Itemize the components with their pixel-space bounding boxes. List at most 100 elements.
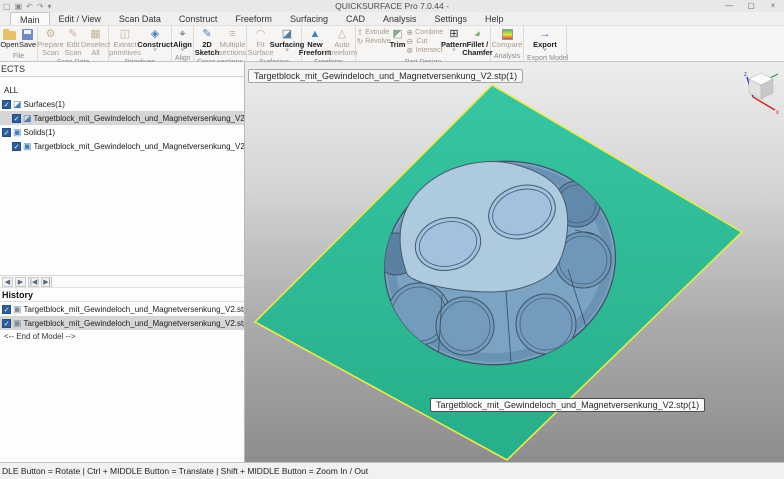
trim-button[interactable]: ◩ Trim (389, 27, 407, 50)
objects-panel: ECTS ALL ✓ ◪ Surfaces(1) ✓ ◪ Targetblock… (0, 62, 245, 462)
history-first-icon[interactable]: |◀ (28, 277, 39, 287)
ribbon-group-primitives: ◫ Extract primitives ◈ Construct Primiti… (109, 26, 172, 61)
menu-surfacing[interactable]: Surfacing (281, 12, 337, 25)
freeform-icon: ▲ (310, 28, 321, 40)
align-pin-icon: ⌖ (179, 28, 185, 40)
surfacing-button[interactable]: ◪ Surfacing (274, 27, 301, 54)
history-item[interactable]: ✓ ▣ Targetblock_mit_Gewindeloch_und_Magn… (0, 316, 244, 330)
title-bar: ▢ ▣ ↶ ↷ ▾ QUICKSURFACE Pro 7.0.44 - — ▢ … (0, 0, 784, 12)
prepare-scan-button[interactable]: ⚙ Prepare Scan (39, 27, 62, 58)
export-arrow-icon: → (540, 28, 551, 40)
tree-item-solids[interactable]: ✓ ▣ Solids(1) (0, 125, 244, 139)
menu-edit-view[interactable]: Edit / View (50, 12, 110, 25)
open-button[interactable]: Open (1, 27, 19, 50)
ribbon-group-scan-data: ⚙ Prepare Scan ✎ Edit Scan ▦ Deselect Al… (38, 26, 109, 61)
menu-main[interactable]: Main (10, 12, 50, 25)
fillet-chamfer-button[interactable]: ◕ Fillet / Chamfer (465, 27, 489, 58)
history-item-label: Targetblock_mit_Gewindeloch_und_Magnetve… (24, 319, 244, 328)
checkbox-checked-icon[interactable]: ✓ (12, 114, 21, 123)
grid-icon: ▦ (90, 28, 100, 40)
maximize-button[interactable]: ▢ (740, 0, 762, 12)
ribbon-group-freeform: ▲ New Freeform △ Auto Freeform Freeform (302, 26, 356, 61)
sketch-pencil-icon: ✎ (202, 28, 211, 40)
new-freeform-button[interactable]: ▲ New Freeform (302, 27, 329, 58)
surfacing-icon: ◪ (282, 28, 292, 40)
tree-item-solid-stp[interactable]: ✓ ▣ Targetblock_mit_Gewindeloch_und_Magn… (0, 139, 244, 153)
deselect-all-button[interactable]: ▦ Deselect All (84, 27, 107, 58)
extract-icon: ◫ (120, 28, 130, 40)
history-step-icon: ▣ (13, 318, 22, 329)
construct-cube-icon: ◈ (151, 28, 159, 40)
history-forward-icon[interactable]: ▶ (15, 277, 26, 287)
history-nav-toolbar: ◀ ▶ |◀ ▶| (0, 275, 244, 288)
menu-analysis[interactable]: Analysis (374, 12, 426, 25)
2d-sketch-button[interactable]: ✎ 2D Sketch (195, 27, 220, 58)
minimize-button[interactable]: — (718, 0, 740, 12)
nav-cube[interactable]: z x (744, 72, 779, 116)
z-axis-label: z (744, 72, 747, 78)
ribbon: Open Save File ⚙ Prepare Scan ✎ Edit Sca… (0, 26, 784, 62)
cut-icon: ⊖ (406, 37, 414, 46)
checkbox-checked-icon[interactable]: ✓ (12, 142, 21, 151)
sections-icon: ≡ (229, 28, 235, 40)
save-button[interactable]: Save (19, 27, 37, 50)
revolve-icon: ↻ (357, 37, 364, 46)
gear-icon: ⚙ (46, 28, 56, 40)
checkbox-checked-icon[interactable]: ✓ (2, 128, 11, 137)
auto-freeform-icon: △ (338, 28, 346, 40)
close-button[interactable]: × (762, 0, 784, 12)
tree-item-label: Targetblock_mit_Gewindeloch_und_Magnetve… (34, 142, 244, 151)
ribbon-group-file: Open Save File (0, 26, 38, 61)
ribbon-group-part-design: ⇧ Extrude ↻ Revolve ◩ Trim ⊕ Combine ⊖ (356, 26, 491, 61)
tree-item-label: Surfaces(1) (24, 100, 65, 109)
menu-construct[interactable]: Construct (170, 12, 227, 25)
revolve-button[interactable]: ↻ Revolve (357, 37, 389, 46)
menu-settings[interactable]: Settings (426, 12, 477, 25)
auto-freeform-button[interactable]: △ Auto Freeform (329, 27, 356, 58)
tree-item-all[interactable]: ALL (0, 83, 244, 97)
tree-item-surfaces[interactable]: ✓ ◪ Surfaces(1) (0, 97, 244, 111)
history-step-icon: ▣ (13, 304, 22, 315)
intersect-button[interactable]: ⊗ Intersect (406, 46, 442, 55)
construct-button[interactable]: ◈ Construct (140, 27, 170, 54)
menu-help[interactable]: Help (476, 12, 513, 25)
history-panel-header: History (0, 288, 244, 302)
extract-primitives-button[interactable]: ◫ Extract primitives (110, 27, 140, 58)
menu-scan-data[interactable]: Scan Data (110, 12, 170, 25)
surface-object-tag[interactable]: Targetblock_mit_Gewindeloch_und_Magnetve… (248, 69, 523, 83)
trim-icon: ◩ (392, 28, 402, 40)
floppy-icon (22, 29, 33, 40)
align-button[interactable]: ⌖ Align (173, 27, 193, 54)
history-item[interactable]: ✓ ▣ Targetblock_mit_Gewindeloch_und_Magn… (0, 302, 244, 316)
tree-item-surface-stp[interactable]: ✓ ◪ Targetblock_mit_Gewindeloch_und_Magn… (0, 111, 244, 125)
surface-icon: ◪ (23, 113, 32, 124)
menu-freeform[interactable]: Freeform (226, 12, 281, 25)
cut-button[interactable]: ⊖ Cut (406, 37, 442, 46)
checkbox-checked-icon[interactable]: ✓ (2, 100, 11, 109)
tree-item-label: Targetblock_mit_Gewindeloch_und_Magnetve… (34, 114, 244, 123)
objects-panel-header: ECTS (0, 62, 244, 77)
history-panel: ◀ ▶ |◀ ▶| History ✓ ▣ Targetblock_mit_Ge… (0, 275, 244, 344)
extrude-button[interactable]: ⇧ Extrude (357, 28, 389, 37)
combine-icon: ⊕ (406, 28, 413, 37)
menu-cad[interactable]: CAD (337, 12, 374, 25)
intersect-icon: ⊗ (406, 46, 413, 55)
x-axis-label: x (776, 110, 779, 116)
combine-button[interactable]: ⊕ Combine (406, 28, 442, 37)
export-button[interactable]: → Export (532, 27, 558, 54)
window-controls: — ▢ × (718, 0, 784, 12)
surface-icon: ◪ (13, 99, 22, 110)
pencil-icon: ✎ (68, 28, 77, 40)
history-last-icon[interactable]: ▶| (41, 277, 52, 287)
viewport-3d[interactable]: z x Targetblock_mit_Gewindeloch_und_Magn… (245, 62, 784, 462)
multiple-sections-button[interactable]: ≡ Multiple sections (220, 27, 246, 58)
checkbox-checked-icon[interactable]: ✓ (2, 319, 11, 328)
checkbox-checked-icon[interactable]: ✓ (2, 305, 11, 314)
fillet-icon: ◕ (474, 28, 481, 40)
compare-button[interactable]: Compare (492, 27, 523, 50)
model-object-tag[interactable]: Targetblock_mit_Gewindeloch_und_Magnetve… (430, 398, 705, 412)
history-back-icon[interactable]: ◀ (2, 277, 13, 287)
solid-icon: ▣ (13, 127, 22, 138)
extrude-icon: ⇧ (357, 28, 364, 37)
ribbon-group-surfacing: ◠ Fit Surface ◪ Surfacing Surfacing (247, 26, 302, 61)
